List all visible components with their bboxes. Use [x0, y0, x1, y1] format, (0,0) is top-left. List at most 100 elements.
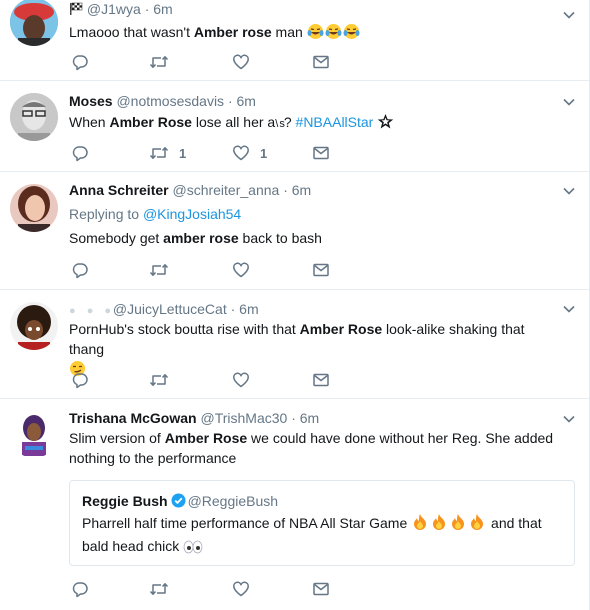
tweet-actions	[69, 579, 369, 599]
tweet-actions	[69, 52, 369, 72]
chevron-down-icon[interactable]	[562, 95, 576, 109]
replying-to: Replying to @KingJosiah54	[69, 204, 560, 224]
replying-to-link[interactable]: @KingJosiah54	[143, 206, 241, 222]
chevron-down-icon[interactable]	[562, 302, 576, 316]
tweet-time[interactable]: 6m	[153, 1, 172, 17]
direct-message-button[interactable]	[312, 143, 330, 163]
tweet-handle[interactable]: @schreiter_anna	[172, 182, 279, 198]
envelope-icon	[313, 55, 329, 69]
like-count: 1	[260, 145, 268, 161]
direct-message-button[interactable]	[312, 52, 330, 72]
retweet-button[interactable]	[149, 260, 169, 280]
timeline: @J1wya · 6m Lmaooo that wasn't Amber ros…	[0, 0, 590, 610]
retweet-icon	[149, 374, 169, 386]
tweet[interactable]: Trishana McGowan @TrishMac30 · 6m Slim v…	[0, 399, 590, 610]
tweet-text-part: man	[271, 24, 307, 40]
tweet-time[interactable]: 6m	[292, 182, 311, 198]
quoted-text-part: Pharrell half time performance of NBA Al…	[82, 515, 412, 531]
like-button[interactable]	[232, 52, 250, 72]
avatar[interactable]	[10, 184, 58, 232]
like-button[interactable]: 1	[232, 143, 267, 163]
tweet-text: When Amber Rose lose all her a\ s? #NBAA…	[69, 112, 560, 135]
retweet-button[interactable]	[149, 579, 169, 599]
avatar[interactable]	[10, 0, 58, 46]
tweet-handle[interactable]: @notmosesdavis	[116, 93, 224, 109]
quoted-text: Pharrell half time performance of NBA Al…	[82, 513, 564, 559]
reply-button[interactable]	[71, 143, 89, 163]
quoted-handle[interactable]: @ReggieBush	[188, 493, 279, 509]
highlighted-term: Amber Rose	[164, 430, 248, 446]
laughing-tears-emoji-icon	[307, 23, 361, 45]
like-button[interactable]	[232, 260, 250, 280]
avatar[interactable]	[10, 410, 58, 458]
separator-dot: ·	[227, 93, 233, 109]
tweet-text-part: Somebody get	[69, 230, 164, 246]
chevron-down-icon[interactable]	[562, 184, 576, 198]
tweet-text-part: back to bash	[238, 230, 322, 246]
obscured-name-dots: ● ● ●	[69, 305, 116, 317]
reply-button[interactable]	[71, 52, 89, 72]
tweet-text-part: Slim version of	[69, 430, 165, 446]
tweet-handle[interactable]: @J1wya	[87, 1, 141, 17]
direct-message-button[interactable]	[312, 260, 330, 280]
highlighted-term: Amber Rose	[299, 321, 383, 337]
highlighted-term: Amber Rose	[109, 114, 192, 130]
reply-button[interactable]	[71, 579, 89, 599]
nba-allstar-star-icon	[377, 113, 394, 135]
reply-button[interactable]	[71, 370, 89, 390]
tweet-text-part: PornHub's stock boutta rise with that	[69, 321, 300, 337]
quoted-tweet[interactable]: Reggie Bush @ReggieBush Pharrell half tim…	[69, 480, 575, 566]
checkered-flag-icon	[69, 1, 83, 21]
envelope-icon	[313, 373, 329, 387]
tweet[interactable]: Moses @notmosesdavis · 6m When Amber Ros…	[0, 81, 590, 172]
quoted-author-name[interactable]: Reggie Bush	[82, 493, 168, 509]
tweet[interactable]: ● ● ● @JuicyLettuceCat · 6m PornHub's st…	[0, 290, 590, 399]
reply-icon	[72, 263, 88, 279]
obscured-text: \ s	[275, 118, 285, 130]
direct-message-button[interactable]	[312, 370, 330, 390]
tweet-time[interactable]: 6m	[300, 410, 319, 426]
tweet-handle[interactable]: @TrishMac30	[200, 410, 287, 426]
envelope-icon	[313, 582, 329, 596]
reply-button[interactable]	[71, 260, 89, 280]
tweet-text-part: ?	[283, 114, 296, 130]
tweet-actions	[69, 260, 369, 280]
tweet-text-part: When	[69, 114, 110, 130]
avatar[interactable]	[10, 302, 58, 350]
retweet-button[interactable]: 1	[149, 143, 186, 163]
chevron-down-icon[interactable]	[562, 8, 576, 22]
tweet[interactable]: @J1wya · 6m Lmaooo that wasn't Amber ros…	[0, 0, 590, 81]
envelope-icon	[313, 146, 329, 160]
heart-icon	[233, 372, 249, 388]
tweet-actions	[69, 370, 369, 390]
reply-icon	[72, 373, 88, 389]
retweet-icon	[149, 56, 169, 68]
reply-icon	[72, 582, 88, 598]
avatar[interactable]	[10, 93, 58, 141]
heart-icon	[233, 54, 249, 70]
tweet-time[interactable]: 6m	[237, 93, 256, 109]
tweet-handle[interactable]: @JuicyLettuceCat	[113, 301, 227, 317]
tweet-text-part: Lmaooo that wasn't	[69, 24, 194, 40]
like-button[interactable]	[232, 579, 250, 599]
replying-to-label: Replying to	[69, 206, 143, 222]
separator-dot: ·	[230, 301, 236, 317]
like-button[interactable]	[232, 370, 250, 390]
reply-icon	[72, 55, 88, 71]
tweet[interactable]: Anna Schreiter @schreiter_anna · 6m Repl…	[0, 172, 590, 290]
tweet-author-name[interactable]: Anna Schreiter	[69, 182, 169, 198]
tweet-author-name[interactable]: Trishana McGowan	[69, 410, 197, 426]
highlighted-term: amber rose	[163, 230, 239, 246]
heart-icon	[233, 145, 249, 161]
separator-dot: ·	[283, 182, 288, 198]
direct-message-button[interactable]	[312, 579, 330, 599]
tweet-time[interactable]: 6m	[239, 301, 258, 317]
retweet-button[interactable]	[149, 370, 169, 390]
retweet-icon	[149, 264, 169, 276]
retweet-count: 1	[179, 145, 187, 161]
tweet-text: Lmaooo that wasn't Amber rose man	[69, 22, 560, 45]
chevron-down-icon[interactable]	[562, 412, 576, 426]
retweet-button[interactable]	[149, 52, 169, 72]
hashtag-link[interactable]: #NBAAllStar	[296, 114, 374, 130]
tweet-author-name[interactable]: Moses	[69, 93, 113, 109]
